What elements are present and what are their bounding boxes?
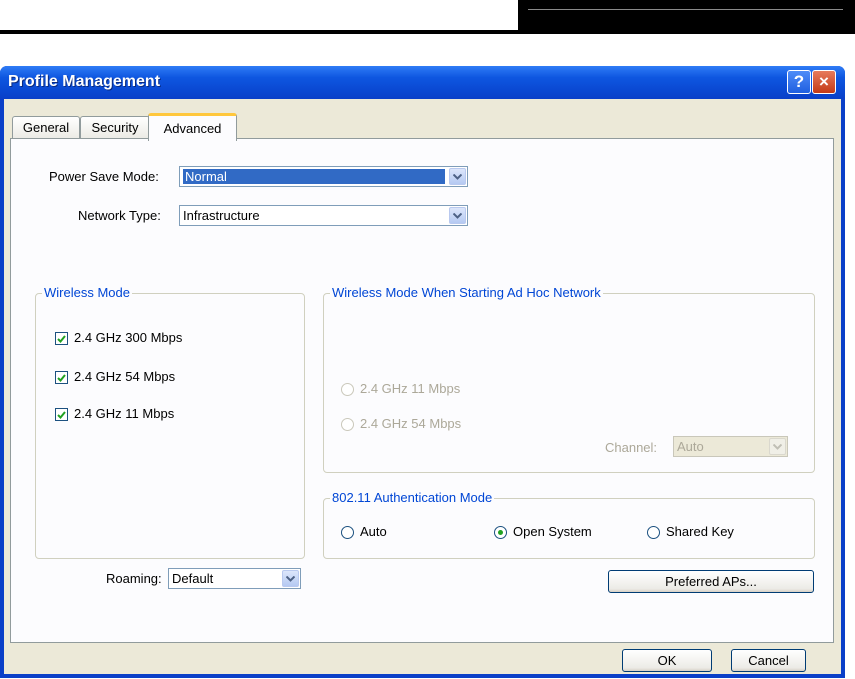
chevron-down-icon[interactable] (449, 207, 466, 224)
advanced-tab-panel: Power Save Mode: Normal Network Type: In… (10, 138, 834, 643)
radio-auth-open-system-label[interactable]: Open System (513, 524, 592, 539)
channel-select[interactable]: Auto (673, 436, 788, 457)
title-bar[interactable]: Profile Management ? × (0, 66, 845, 99)
radio-selected-dot (498, 530, 503, 535)
document-rule (0, 30, 855, 34)
profile-management-window: Profile Management ? × General Security … (0, 66, 845, 678)
radio-auth-open-system[interactable] (494, 526, 507, 539)
help-button[interactable]: ? (787, 70, 811, 94)
window-title: Profile Management (8, 73, 161, 90)
dialog-client-area: General Security Advanced Power Save Mod… (4, 99, 841, 674)
power-save-mode-value: Normal (183, 169, 445, 184)
radio-auth-auto[interactable] (341, 526, 354, 539)
radio-auth-shared-key[interactable] (647, 526, 660, 539)
chevron-down-icon[interactable] (769, 438, 786, 455)
tab-security[interactable]: Security (80, 116, 150, 138)
radio-auth-auto-label[interactable]: Auto (360, 524, 387, 539)
tab-advanced[interactable]: Advanced (148, 113, 237, 141)
preferred-aps-button[interactable]: Preferred APs... (608, 570, 814, 593)
close-icon: × (819, 72, 829, 91)
checkbox-54-mbps-label[interactable]: 2.4 GHz 54 Mbps (74, 369, 175, 384)
checkbox-300-mbps-label[interactable]: 2.4 GHz 300 Mbps (74, 330, 182, 345)
cancel-button[interactable]: Cancel (731, 649, 806, 672)
document-header-line (528, 9, 843, 10)
roaming-select[interactable]: Default (168, 568, 301, 589)
help-icon: ? (793, 72, 805, 91)
radio-auth-shared-key-label[interactable]: Shared Key (666, 524, 734, 539)
auth-mode-group: 802.11 Authentication Mode Auto Open Sys… (323, 490, 815, 559)
auth-mode-legend: 802.11 Authentication Mode (330, 490, 495, 505)
radio-adhoc-54-mbps-label: 2.4 GHz 54 Mbps (360, 416, 462, 431)
checkbox-54-mbps[interactable] (55, 371, 68, 384)
document-header-block (518, 0, 855, 32)
roaming-label: Roaming: (106, 571, 162, 586)
channel-label: Channel: (605, 440, 658, 455)
chevron-down-icon[interactable] (282, 570, 299, 587)
chevron-down-icon[interactable] (449, 168, 466, 185)
roaming-value: Default (172, 571, 214, 586)
network-type-select[interactable]: Infrastructure (179, 205, 468, 226)
tab-general[interactable]: General (12, 116, 80, 138)
radio-adhoc-11-mbps-label: 2.4 GHz 11 Mbps (360, 381, 461, 396)
power-save-mode-label: Power Save Mode: (49, 169, 159, 184)
power-save-mode-select[interactable]: Normal (179, 166, 468, 187)
ok-button[interactable]: OK (622, 649, 712, 672)
wireless-mode-group: Wireless Mode 2.4 GHz 300 Mbps 2.4 GHz 5… (35, 285, 305, 559)
checkmark-icon (57, 334, 66, 343)
radio-adhoc-11-mbps[interactable] (341, 383, 354, 396)
adhoc-mode-group: Wireless Mode When Starting Ad Hoc Netwo… (323, 285, 815, 473)
close-button[interactable]: × (812, 70, 836, 94)
wireless-mode-legend: Wireless Mode (42, 285, 132, 300)
network-type-value: Infrastructure (183, 208, 260, 223)
network-type-label: Network Type: (78, 208, 161, 223)
adhoc-mode-legend: Wireless Mode When Starting Ad Hoc Netwo… (330, 285, 603, 300)
checkbox-11-mbps-label[interactable]: 2.4 GHz 11 Mbps (74, 406, 174, 421)
radio-adhoc-54-mbps[interactable] (341, 418, 354, 431)
channel-value: Auto (677, 439, 704, 454)
checkbox-11-mbps[interactable] (55, 408, 68, 421)
checkmark-icon (57, 373, 66, 382)
checkmark-icon (57, 410, 66, 419)
checkbox-300-mbps[interactable] (55, 332, 68, 345)
